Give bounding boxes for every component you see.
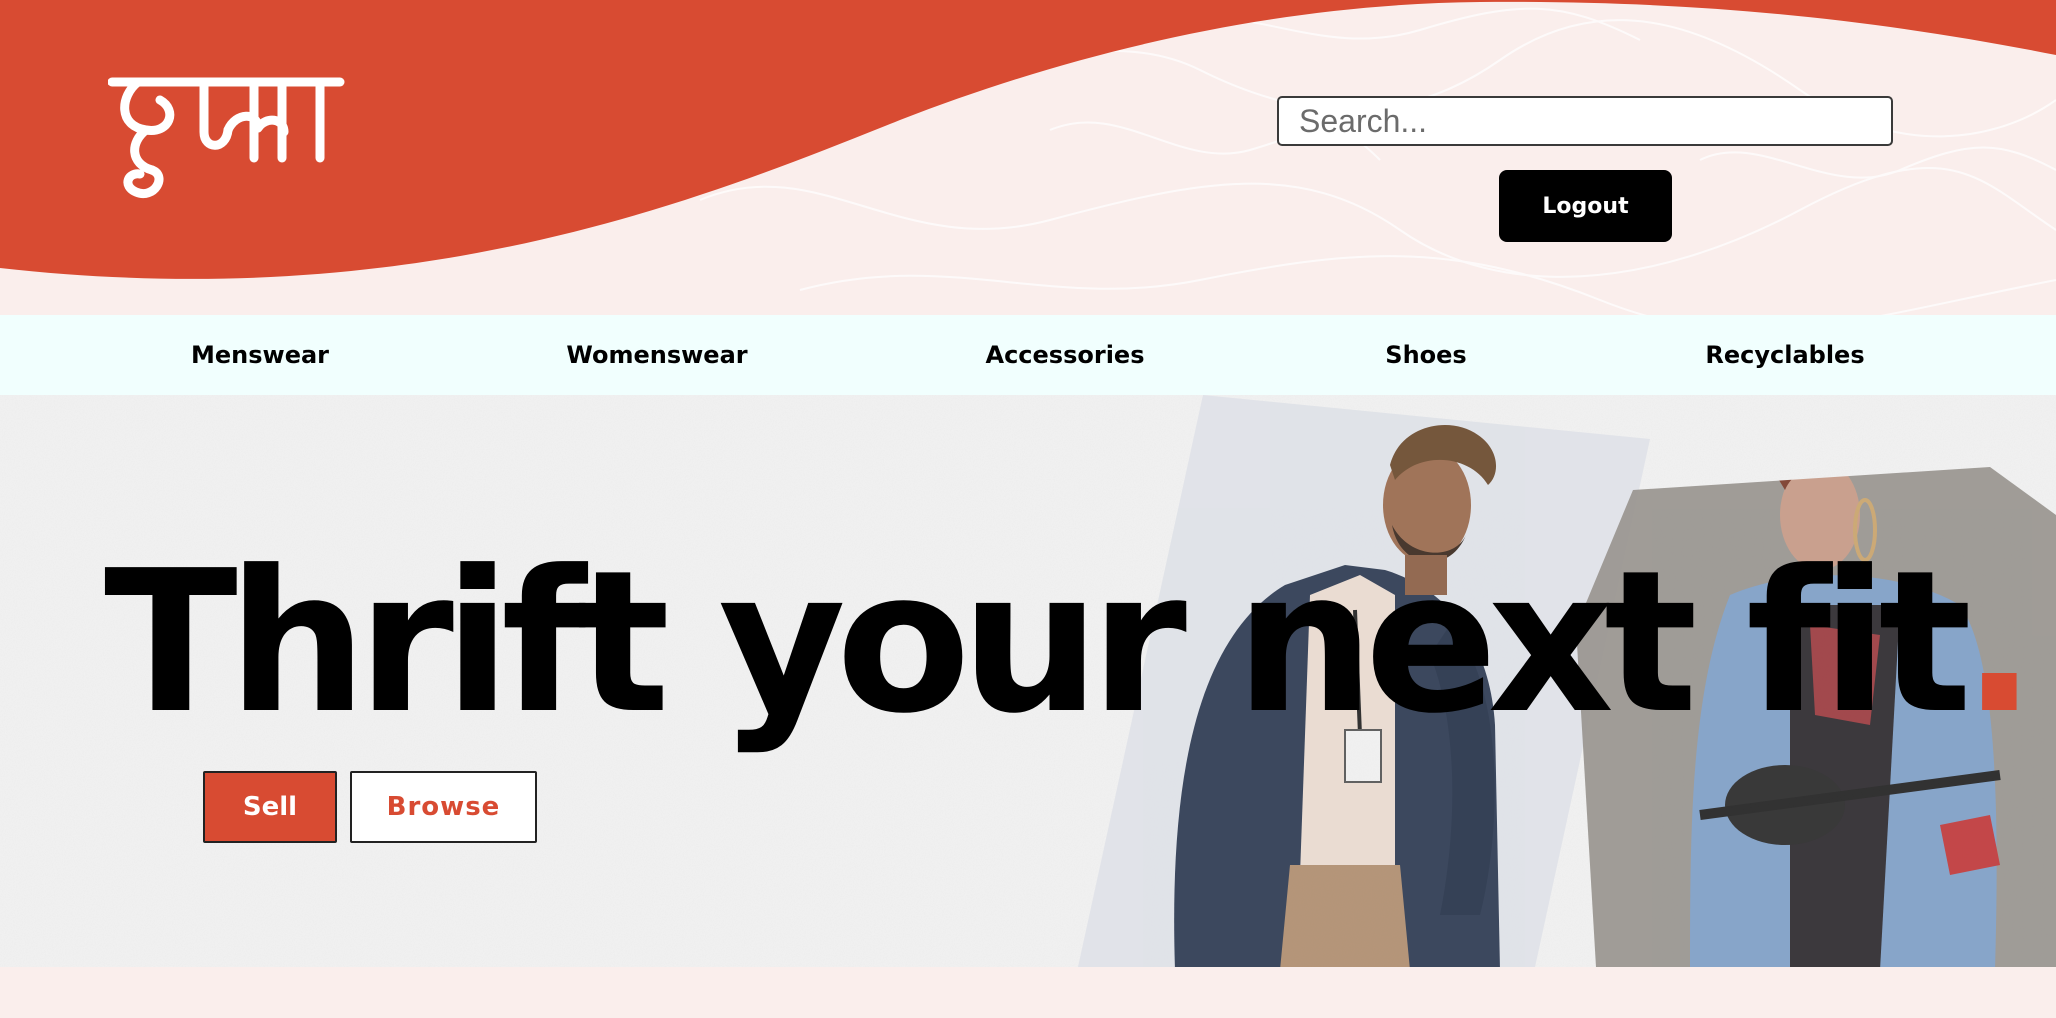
site-header: Logout [0, 0, 2056, 315]
nav-item-recyclables[interactable]: Recyclables [1705, 315, 1864, 395]
hero-headline: Thrift your next fit. [104, 543, 2037, 743]
logout-button[interactable]: Logout [1499, 170, 1672, 242]
site-logo [108, 77, 345, 199]
nav-item-menswear[interactable]: Menswear [191, 315, 329, 395]
sell-button[interactable]: Sell [203, 771, 337, 843]
hero-headline-accent-dot: . [1962, 529, 2037, 757]
hero-headline-text: Thrift your next fit [104, 529, 1972, 757]
nav-item-shoes[interactable]: Shoes [1385, 315, 1466, 395]
hero-section: Thrift your next fit. Sell Browse [0, 395, 2056, 967]
nav-item-accessories[interactable]: Accessories [986, 315, 1145, 395]
browse-button[interactable]: Browse [350, 771, 537, 843]
nav-item-womenswear[interactable]: Womenswear [566, 315, 747, 395]
search-input[interactable] [1277, 96, 1893, 146]
page-bottom-strip [0, 967, 2056, 1018]
category-nav: Menswear Womenswear Accessories Shoes Re… [0, 315, 2056, 395]
page: Logout Menswear Womenswear Accessories S… [0, 0, 2056, 1018]
